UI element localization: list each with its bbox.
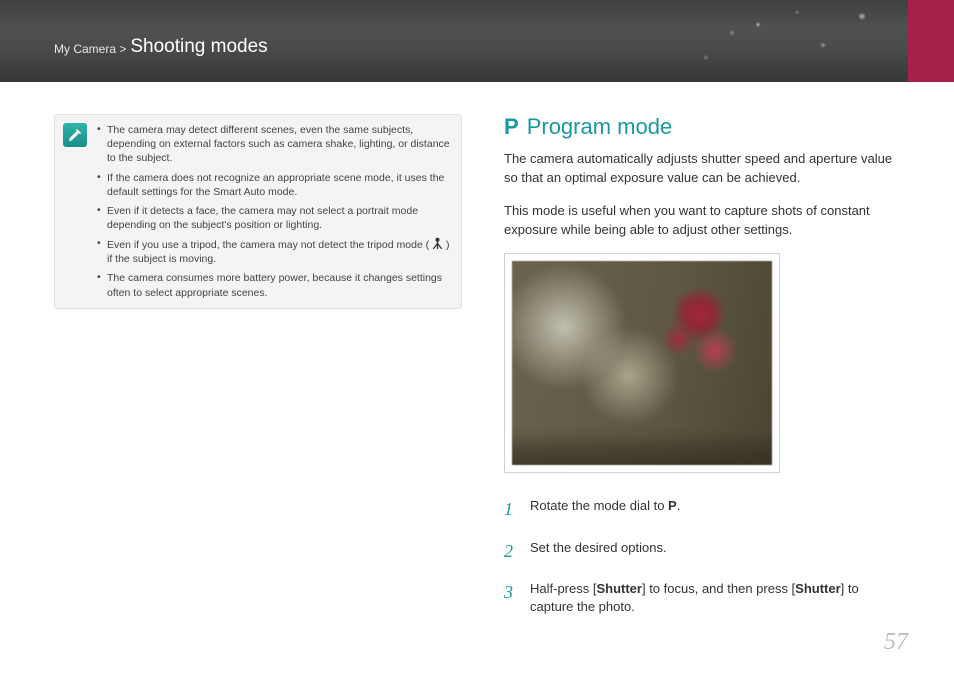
section-title: P Program mode [504, 114, 900, 140]
tripod-icon [432, 237, 443, 250]
step-item: 1 Rotate the mode dial to P. [504, 497, 900, 522]
right-column: P Program mode The camera automatically … [504, 114, 900, 632]
header-sparkle-decor [654, 0, 914, 82]
note-box: The camera may detect different scenes, … [54, 114, 462, 309]
note-item: The camera consumes more battery power, … [97, 271, 451, 299]
page-title: Shooting modes [130, 36, 267, 58]
section-paragraph: The camera automatically adjusts shutter… [504, 150, 900, 188]
step-text-fragment: . [677, 498, 681, 513]
section-title-text: Program mode [527, 114, 673, 140]
step-text-fragment: Half-press [ [530, 581, 596, 596]
sample-photo-frame [504, 253, 780, 473]
shutter-key-label: Shutter [596, 581, 642, 596]
note-list: The camera may detect different scenes, … [97, 123, 451, 300]
steps-list: 1 Rotate the mode dial to P. 2 Set the d… [504, 497, 900, 616]
note-item: The camera may detect different scenes, … [97, 123, 451, 166]
mode-letter-icon: P [504, 114, 519, 140]
header-accent-bar [908, 0, 954, 82]
step-text-fragment: ] to focus, and then press [ [642, 581, 795, 596]
left-column: The camera may detect different scenes, … [54, 114, 462, 632]
shutter-key-label: Shutter [795, 581, 841, 596]
step-number: 1 [504, 497, 518, 522]
sample-photo [512, 261, 772, 465]
note-item: Even if it detects a face, the camera ma… [97, 204, 451, 232]
step-text: Set the desired options. [530, 539, 667, 557]
breadcrumb: My Camera > [54, 42, 126, 56]
step-item: 3 Half-press [Shutter] to focus, and the… [504, 580, 900, 616]
note-item: Even if you use a tripod, the camera may… [97, 237, 451, 266]
step-text: Half-press [Shutter] to focus, and then … [530, 580, 900, 616]
step-text: Rotate the mode dial to P. [530, 497, 680, 515]
note-item-text: Even if you use a tripod, the camera may… [107, 239, 429, 251]
step-text-fragment: Rotate the mode dial to [530, 498, 668, 513]
step-number: 3 [504, 580, 518, 605]
mode-letter-inline: P [668, 498, 677, 513]
content-area: The camera may detect different scenes, … [0, 82, 954, 632]
pencil-note-icon [63, 123, 87, 147]
step-number: 2 [504, 539, 518, 564]
page-header: My Camera > Shooting modes [0, 0, 954, 82]
step-item: 2 Set the desired options. [504, 539, 900, 564]
section-paragraph: This mode is useful when you want to cap… [504, 202, 900, 240]
note-item: If the camera does not recognize an appr… [97, 171, 451, 199]
page-number: 57 [884, 629, 908, 656]
